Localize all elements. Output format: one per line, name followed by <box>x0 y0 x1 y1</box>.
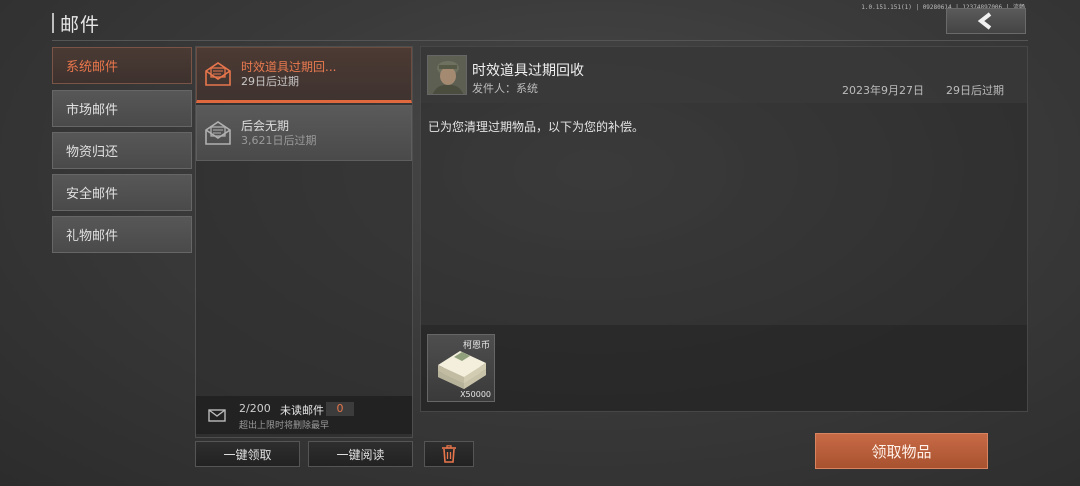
category-label: 物资归还 <box>66 145 119 160</box>
envelope-icon <box>208 409 226 422</box>
page-title: 邮件 <box>60 13 101 36</box>
category-security-mail[interactable]: 安全邮件 <box>52 174 192 211</box>
button-label: 领取物品 <box>871 442 932 461</box>
mail-sender: 发件人：系统 <box>472 82 538 95</box>
title-accent-bar <box>52 13 54 33</box>
category-label: 礼物邮件 <box>66 229 119 244</box>
capacity-note: 超出上限时将删除最早 <box>239 421 330 431</box>
category-system-mail[interactable]: 系统邮件 <box>52 47 192 84</box>
envelope-icon <box>205 121 231 145</box>
mail-count: 2/200 <box>239 402 271 415</box>
mail-date: 2023年9月27日 <box>842 84 924 97</box>
sender-avatar <box>427 55 467 95</box>
read-all-button[interactable]: 一键阅读 <box>308 441 413 467</box>
mail-list-item[interactable]: 时效道具过期回... 29日后过期 <box>196 47 412 103</box>
mail-body: 已为您清理过期物品，以下为您的补偿。 <box>428 120 645 134</box>
soldier-portrait-icon <box>428 56 466 94</box>
mail-list-item[interactable]: 后会无期 3,621日后过期 <box>196 105 412 161</box>
mail-item-title: 后会无期 <box>241 119 290 133</box>
envelope-icon <box>205 62 231 86</box>
attachment-item[interactable]: 柯恩币 X50000 <box>427 334 495 402</box>
mail-item-title: 时效道具过期回... <box>241 60 337 74</box>
cash-stack-icon <box>438 351 486 389</box>
mail-item-expiry: 29日后过期 <box>241 75 299 88</box>
category-label: 市场邮件 <box>66 103 119 118</box>
mailbox-capacity: 2/200 未读邮件 0 超出上限时将删除最早 <box>196 396 412 434</box>
category-supply-return[interactable]: 物资归还 <box>52 132 192 169</box>
delete-button[interactable] <box>424 441 474 467</box>
attachment-area <box>421 325 1027 411</box>
item-quantity: X50000 <box>460 390 491 399</box>
chevron-left-icon <box>977 12 992 30</box>
button-label: 一键阅读 <box>336 447 385 462</box>
mail-title: 时效道具过期回收 <box>472 63 584 79</box>
back-button[interactable] <box>946 8 1026 34</box>
category-label: 系统邮件 <box>66 60 119 75</box>
category-label: 安全邮件 <box>66 187 119 202</box>
claim-all-button[interactable]: 一键领取 <box>195 441 300 467</box>
trash-icon <box>442 445 456 463</box>
unread-count-badge: 0 <box>326 402 354 416</box>
unread-label: 未读邮件 <box>280 404 324 417</box>
claim-items-button[interactable]: 领取物品 <box>815 433 988 469</box>
button-label: 一键领取 <box>223 447 272 462</box>
category-market-mail[interactable]: 市场邮件 <box>52 90 192 127</box>
mail-item-expiry: 3,621日后过期 <box>241 134 317 147</box>
category-gift-mail[interactable]: 礼物邮件 <box>52 216 192 253</box>
page-header: 邮件 <box>52 10 100 36</box>
mail-expiry: 29日后过期 <box>946 84 1004 97</box>
header-divider <box>52 40 1028 41</box>
